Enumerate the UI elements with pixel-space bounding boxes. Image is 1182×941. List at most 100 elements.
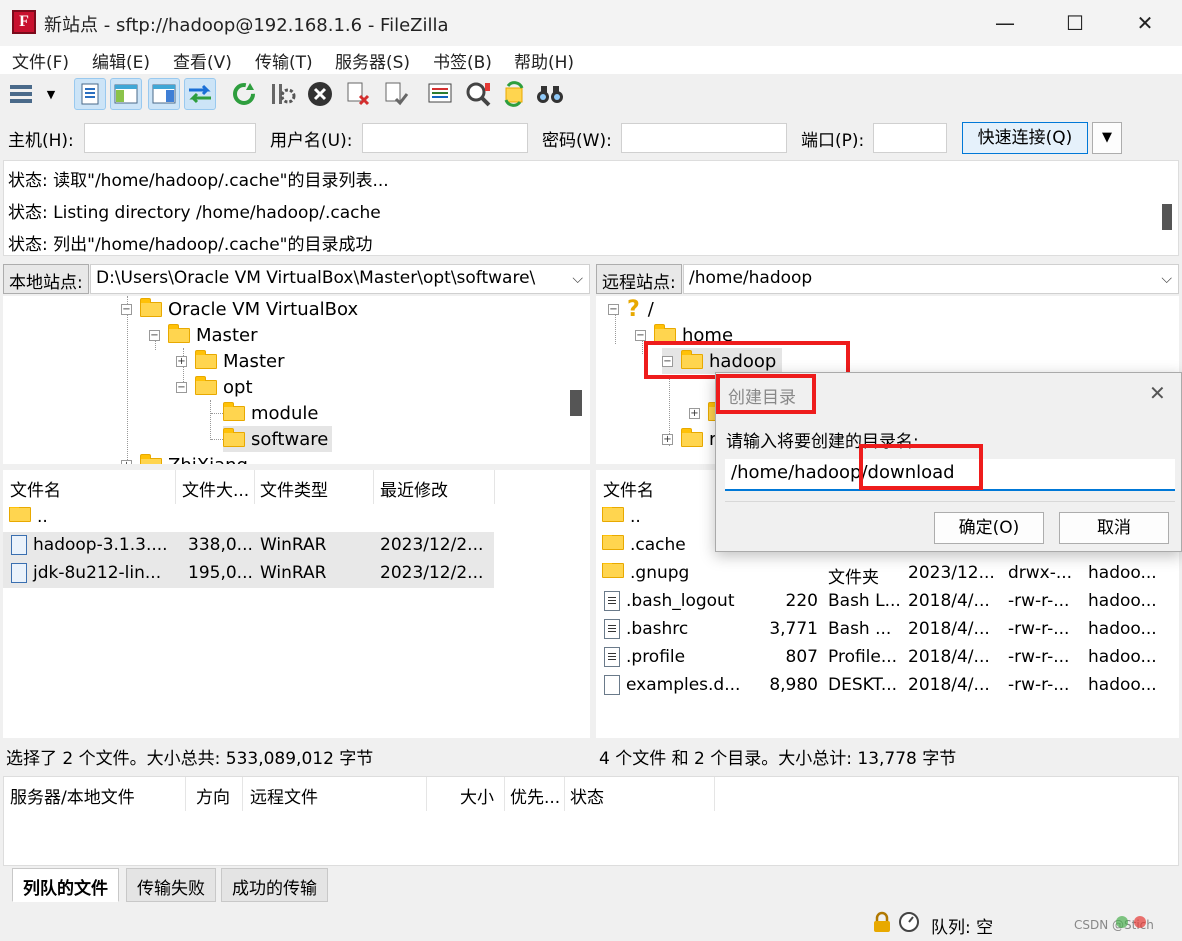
tab-successful-transfers[interactable]: 成功的传输 bbox=[221, 868, 328, 902]
tree-node[interactable]: +ZhiXiang bbox=[121, 452, 248, 464]
ok-button[interactable]: 确定(O) bbox=[934, 512, 1044, 544]
tree-scrollbar-thumb[interactable] bbox=[570, 390, 582, 416]
lock-icon bbox=[872, 911, 892, 933]
text-file-icon bbox=[604, 647, 620, 667]
menu-bookmarks[interactable]: 书签(B) bbox=[433, 48, 492, 73]
folder-icon bbox=[168, 323, 190, 343]
host-label: 主机(H): bbox=[8, 131, 74, 151]
message-log: 状态: 读取"/home/hadoop/.cache"的目录列表... 状态: … bbox=[3, 160, 1179, 256]
transfer-queue: 服务器/本地文件 方向 远程文件 大小 优先... 状态 bbox=[3, 776, 1179, 866]
queue-column-status[interactable]: 状态 bbox=[570, 783, 604, 808]
toggle-queue-icon[interactable] bbox=[184, 78, 216, 110]
folder-icon bbox=[223, 427, 245, 447]
local-site-label: 本地站点: bbox=[3, 264, 89, 294]
file-row[interactable]: .. bbox=[3, 504, 494, 532]
maximize-button[interactable]: ☐ bbox=[1046, 6, 1104, 40]
tree-node[interactable]: −? / bbox=[608, 296, 654, 322]
dialog-close-button[interactable]: ✕ bbox=[1149, 381, 1166, 405]
folder-icon bbox=[9, 507, 31, 522]
remote-status-text: 4 个文件 和 2 个目录。大小总计: 13,778 字节 bbox=[596, 740, 1179, 772]
toggle-local-tree-icon[interactable] bbox=[110, 78, 142, 110]
reconnect-icon[interactable] bbox=[380, 78, 412, 110]
queue-column-remote-file[interactable]: 远程文件 bbox=[250, 783, 318, 808]
remote-path-value: /home/hadoop bbox=[689, 268, 813, 288]
menu-edit[interactable]: 编辑(E) bbox=[92, 48, 150, 73]
cancel-button[interactable]: 取消 bbox=[1059, 512, 1169, 544]
sort-ascending-icon: ^ bbox=[83, 470, 94, 479]
file-row[interactable]: .bashrc 3,771 Bash ... 2018/4/... -rw-r-… bbox=[596, 616, 1179, 644]
queue-column-server-local[interactable]: 服务器/本地文件 bbox=[10, 783, 135, 808]
port-input[interactable] bbox=[873, 123, 947, 153]
menu-bar: 文件(F) 编辑(E) 查看(V) 传输(T) 服务器(S) 书签(B) 帮助(… bbox=[0, 46, 1182, 74]
tree-node[interactable]: − opt bbox=[176, 374, 253, 400]
local-path-combo[interactable]: D:\Users\Oracle VM VirtualBox\Master\opt… bbox=[90, 264, 590, 294]
search-files-icon[interactable] bbox=[534, 78, 566, 110]
password-input[interactable] bbox=[621, 123, 787, 153]
queue-column-size[interactable]: 大小 bbox=[460, 783, 494, 808]
quickconnect-button[interactable]: 快速连接(Q) bbox=[962, 122, 1088, 154]
speed-limit-icon[interactable] bbox=[898, 911, 920, 933]
highlight-box bbox=[716, 374, 816, 414]
tab-queued-files[interactable]: 列队的文件 bbox=[12, 868, 119, 902]
file-row[interactable]: .profile 807 Profile... 2018/4/... -rw-r… bbox=[596, 644, 1179, 672]
log-scrollbar-thumb[interactable] bbox=[1162, 204, 1172, 230]
log-line: 状态: 读取"/home/hadoop/.cache"的目录列表... bbox=[8, 171, 389, 191]
chevron-down-icon[interactable]: ⌵ bbox=[1161, 271, 1172, 287]
column-header-type[interactable]: 文件类型 bbox=[260, 476, 328, 501]
tree-node[interactable]: + Master bbox=[176, 348, 284, 374]
toggle-log-icon[interactable] bbox=[74, 78, 106, 110]
file-row[interactable]: examples.d... 8,980 DESKT... 2018/4/... … bbox=[596, 672, 1179, 700]
sync-browsing-icon[interactable] bbox=[498, 78, 530, 110]
local-status-text: 选择了 2 个文件。大小总共: 533,089,012 字节 bbox=[3, 740, 590, 772]
menu-view[interactable]: 查看(V) bbox=[173, 48, 232, 73]
process-queue-icon[interactable] bbox=[266, 78, 298, 110]
tree-node[interactable]: − Oracle VM VirtualBox bbox=[121, 296, 358, 322]
tree-node[interactable]: + r bbox=[662, 426, 716, 452]
site-manager-icon[interactable] bbox=[6, 78, 36, 110]
folder-icon bbox=[195, 375, 217, 395]
quickconnect-dropdown-button[interactable]: ▼ bbox=[1092, 122, 1122, 154]
site-manager-dropdown-icon[interactable]: ▼ bbox=[38, 78, 64, 110]
archive-file-icon bbox=[11, 563, 27, 583]
menu-help[interactable]: 帮助(H) bbox=[514, 48, 574, 73]
file-row-selected[interactable]: hadoop-3.1.3.... 338,0... WinRAR 2023/12… bbox=[3, 532, 494, 560]
column-header-filename[interactable]: 文件名 bbox=[603, 476, 654, 501]
queue-column-priority[interactable]: 优先... bbox=[510, 783, 560, 808]
tree-node-selected[interactable]: software bbox=[223, 426, 333, 452]
text-file-icon bbox=[604, 591, 620, 611]
username-input[interactable] bbox=[362, 123, 528, 153]
unknown-root-icon: ? bbox=[627, 296, 640, 322]
compare-directories-icon[interactable] bbox=[462, 78, 494, 110]
menu-server[interactable]: 服务器(S) bbox=[335, 48, 410, 73]
tree-node[interactable]: module bbox=[223, 400, 318, 426]
highlight-box bbox=[859, 444, 983, 490]
tab-failed-transfers[interactable]: 传输失败 bbox=[126, 868, 216, 902]
username-label: 用户名(U): bbox=[270, 131, 353, 151]
refresh-icon[interactable] bbox=[228, 78, 260, 110]
sort-ascending-icon: ^ bbox=[666, 470, 677, 479]
toggle-remote-tree-icon[interactable] bbox=[148, 78, 180, 110]
file-row[interactable]: .gnupg 文件夹 2023/12... drwx-... hadoo... bbox=[596, 560, 1179, 588]
file-icon bbox=[604, 675, 620, 695]
local-directory-tree: − Oracle VM VirtualBox − Master + Master − o… bbox=[3, 296, 590, 464]
filter-icon[interactable] bbox=[424, 78, 456, 110]
cancel-operation-icon[interactable] bbox=[304, 78, 336, 110]
minimize-button[interactable]: — bbox=[976, 6, 1034, 40]
disconnect-icon[interactable] bbox=[342, 78, 374, 110]
file-row[interactable]: .bash_logout 220 Bash L... 2018/4/... -r… bbox=[596, 588, 1179, 616]
chevron-down-icon[interactable]: ⌵ bbox=[572, 271, 583, 287]
menu-file[interactable]: 文件(F) bbox=[12, 48, 69, 73]
folder-icon bbox=[602, 563, 624, 578]
file-row-selected[interactable]: jdk-8u212-lin... 195,0... WinRAR 2023/12… bbox=[3, 560, 494, 588]
tree-node[interactable]: − Master bbox=[149, 322, 257, 348]
column-header-modified[interactable]: 最近修改 bbox=[380, 476, 448, 501]
queue-column-direction[interactable]: 方向 bbox=[196, 783, 230, 808]
close-button[interactable]: ✕ bbox=[1116, 6, 1174, 40]
text-file-icon bbox=[604, 619, 620, 639]
column-header-size[interactable]: 文件大... bbox=[182, 476, 249, 501]
remote-path-combo[interactable]: /home/hadoop ⌵ bbox=[683, 264, 1179, 294]
column-header-filename[interactable]: 文件名 bbox=[10, 476, 61, 501]
host-input[interactable] bbox=[84, 123, 256, 153]
menu-transfer[interactable]: 传输(T) bbox=[255, 48, 313, 73]
queue-status-text: 队列: 空 bbox=[931, 918, 994, 938]
